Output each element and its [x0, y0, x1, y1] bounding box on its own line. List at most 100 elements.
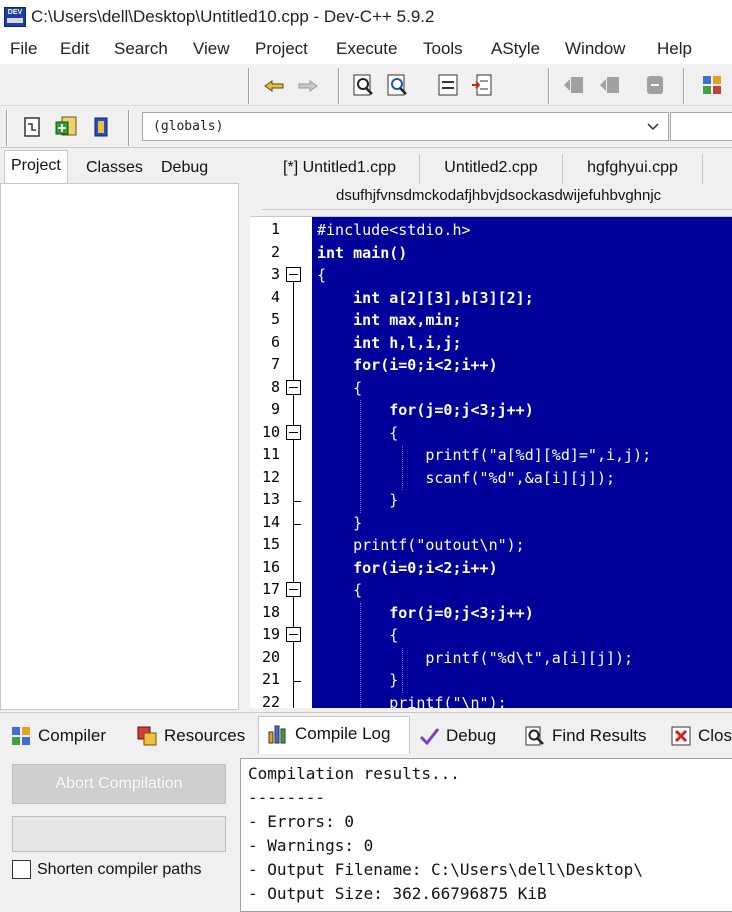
find-results-icon: [524, 725, 546, 747]
grid-view-button[interactable]: [700, 73, 724, 97]
tab-resources[interactable]: Resources: [136, 719, 245, 753]
code-line: {: [317, 626, 399, 644]
line-number: 10: [261, 422, 280, 441]
chevron-down-icon: [647, 123, 659, 131]
tab-debug-label: Debug: [446, 726, 497, 745]
devcpp-app-icon: DEV: [4, 7, 26, 27]
menu-search[interactable]: Search: [114, 39, 168, 59]
code-line: int main(): [317, 243, 408, 262]
shorten-paths-checkbox[interactable]: [12, 860, 31, 879]
toolbar-separator: [683, 68, 685, 104]
toolbar-separator: [128, 110, 130, 146]
tab-close-label: Clos: [698, 726, 732, 745]
line-number-gutter: 1 2 3 4 5 6 7 8 9 10 11 12 13 14 15 16 17 18 19 20 21 22: [250, 217, 312, 708]
code-text-area[interactable]: #include<stdio.h> int main() { int a[2][3]…: [312, 217, 732, 708]
abort-compilation-button[interactable]: Abort Compilation: [12, 764, 226, 804]
code-line: for(i=0;i<2;i++): [317, 558, 498, 577]
undo-icon: [264, 80, 284, 92]
menu-edit[interactable]: Edit: [60, 39, 89, 59]
grid-icon: [703, 76, 721, 94]
remove-from-project-button[interactable]: [89, 115, 113, 139]
resources-icon: [136, 725, 158, 747]
left-panel-tabs: Project Classes Debug: [0, 148, 248, 183]
find-button[interactable]: [352, 73, 376, 97]
line-number: 13: [261, 490, 280, 508]
bookmark-icon: [647, 76, 663, 94]
tab-untitled1[interactable]: [*] Untitled1.cpp: [260, 154, 420, 184]
tab-find-results-label: Find Results: [552, 726, 647, 745]
tab-classes[interactable]: Classes: [80, 154, 149, 183]
fold-guide-line: [293, 281, 294, 708]
function-dropdown[interactable]: [670, 112, 732, 141]
code-line: }: [317, 491, 399, 509]
fold-toggle-icon[interactable]: [286, 424, 301, 440]
fold-toggle-icon[interactable]: [286, 627, 301, 642]
add-to-project-button[interactable]: [54, 115, 78, 139]
menu-tools[interactable]: Tools: [423, 39, 463, 59]
code-line: printf("outout\n");: [317, 536, 525, 554]
line-number: 3: [270, 265, 280, 283]
scope-dropdown-value: (globals): [153, 119, 224, 134]
goto-function-button[interactable]: [470, 73, 494, 97]
tab-compile-log-label: Compile Log: [295, 724, 391, 743]
goto-line-icon: [438, 74, 458, 96]
line-number: 21: [261, 670, 280, 688]
tab-compiler[interactable]: Compiler: [10, 719, 106, 753]
line-number: 4: [270, 287, 280, 306]
menu-window[interactable]: Window: [565, 39, 625, 59]
next-bookmark-button[interactable]: [598, 73, 622, 97]
menu-file[interactable]: File: [10, 39, 37, 59]
code-editor[interactable]: 1 2 3 4 5 6 7 8 9 10 11 12 13 14 15 16 17 18 19 20 21 22 #inc…: [250, 216, 732, 708]
new-class-button[interactable]: [20, 115, 44, 139]
fold-toggle-icon[interactable]: [286, 267, 301, 282]
document-icon: [94, 117, 108, 137]
code-line: int max,min;: [317, 311, 462, 329]
toolbar-separator: [6, 110, 8, 146]
replace-button[interactable]: [386, 73, 410, 97]
indent-guide: [360, 400, 361, 513]
tab-debug-left[interactable]: Debug: [155, 154, 214, 183]
bar-chart-icon: [267, 723, 289, 745]
indent-guide: [360, 602, 361, 708]
goto-line-button[interactable]: [436, 73, 460, 97]
title-bar: DEV C:\Users\dell\Desktop\Untitled10.cpp…: [0, 0, 732, 36]
code-line: for(j=0;j<3;j++): [317, 401, 534, 419]
tab-untitled2[interactable]: Untitled2.cpp: [420, 154, 563, 184]
code-line: int h,l,i,j;: [317, 333, 462, 352]
find-icon: [353, 74, 373, 96]
tab-compile-log[interactable]: Compile Log: [258, 716, 410, 755]
redo-button[interactable]: [296, 74, 320, 98]
line-number: 14: [261, 512, 280, 531]
project-tree-panel[interactable]: [0, 183, 239, 710]
toggle-bookmark-button[interactable]: [562, 73, 586, 97]
menu-astyle[interactable]: AStyle: [491, 39, 540, 59]
fold-toggle-icon[interactable]: [286, 379, 301, 395]
redo-icon: [298, 80, 318, 92]
code-line: int a[2][3],b[3][2];: [317, 288, 534, 307]
compile-log-output[interactable]: Compilation results... -------- - Errors: …: [240, 758, 732, 912]
compile-progress-bar: [12, 816, 226, 852]
scope-dropdown[interactable]: (globals): [142, 112, 669, 141]
line-number: 6: [270, 332, 280, 351]
tab-project[interactable]: Project: [4, 150, 68, 183]
tab-close[interactable]: Clos: [670, 719, 732, 753]
menu-project[interactable]: Project: [255, 39, 308, 59]
goto-function-icon: [472, 74, 492, 96]
shorten-paths-row[interactable]: Shorten compiler paths: [12, 860, 202, 879]
main-toolbar: [0, 64, 732, 106]
tab-find-results[interactable]: Find Results: [524, 719, 646, 753]
menu-execute[interactable]: Execute: [336, 39, 397, 59]
tab-long-filename[interactable]: dsufhjfvnsdmckodafjhbvjdsockasdwijefuhbv…: [336, 187, 661, 204]
tab-resources-label: Resources: [164, 726, 246, 745]
tab-hgfghyui[interactable]: hgfghyui.cpp: [563, 154, 703, 184]
fold-toggle-icon[interactable]: [286, 582, 301, 597]
menu-view[interactable]: View: [193, 39, 230, 59]
bookmark-button[interactable]: [643, 73, 667, 97]
menu-help[interactable]: Help: [657, 39, 692, 59]
undo-button[interactable]: [262, 74, 286, 98]
line-number: 1: [270, 220, 280, 238]
line-number: 7: [270, 355, 280, 373]
tab-debug-bottom[interactable]: Debug: [418, 719, 496, 753]
add-icon: [55, 116, 77, 136]
toolbar-separator: [248, 68, 250, 104]
